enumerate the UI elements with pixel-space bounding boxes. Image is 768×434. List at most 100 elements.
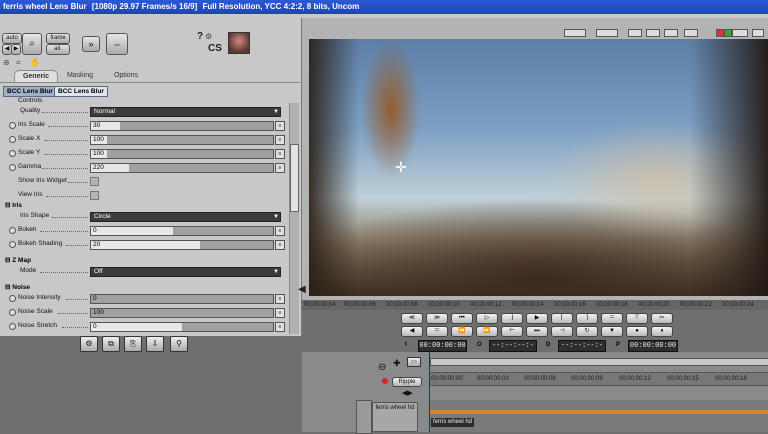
go-in-button[interactable]: ⏪ (451, 326, 473, 337)
viewer-button-8[interactable] (752, 29, 764, 37)
lasso-icon[interactable]: ⌕ (22, 33, 42, 55)
zmap-section-header[interactable]: ⊟ Z Map (5, 256, 31, 266)
film-reel-icon[interactable]: ⚙ (80, 336, 98, 352)
mark-in-button[interactable]: ⌈ (551, 313, 573, 324)
iris-section-header[interactable]: ⊟ Iris (5, 201, 22, 211)
scale-y-slider[interactable]: 100 (90, 149, 274, 159)
position-timecode[interactable]: 00:00:00:00 (628, 340, 678, 352)
keyframe-dot[interactable] (9, 309, 16, 316)
download-icon[interactable]: ⇩ (146, 336, 164, 352)
noise-stretch-spinner[interactable]: ≡ (275, 322, 285, 332)
viewer-timecode-ruler[interactable]: 00:00:00:04 00:00:00:06 00:00:00:08 00:0… (302, 300, 768, 310)
frame-back-button[interactable]: ◀ (401, 326, 423, 337)
rewind-button[interactable]: ≪ (401, 313, 423, 324)
bokeh-slider[interactable]: 0 (90, 226, 274, 236)
scrollbar-thumb[interactable] (290, 144, 299, 212)
scale-x-slider[interactable]: 100 (90, 135, 274, 145)
forward-double-icon[interactable]: » (82, 36, 100, 52)
next-arrow-icon[interactable]: ▶ (11, 44, 21, 55)
fast-forward-button[interactable]: ≫ (426, 313, 448, 324)
scissors-icon[interactable]: ✂ (651, 313, 673, 324)
expand-icon[interactable]: ⇔ (106, 33, 128, 55)
playhead[interactable] (429, 352, 430, 432)
bokeh-spinner[interactable]: ≡ (275, 226, 285, 236)
viewer-button-7[interactable] (732, 29, 748, 37)
viewer-button-6[interactable] (684, 29, 698, 37)
zoom-out-icon[interactable]: ⊖ (378, 362, 386, 373)
down-triangle-button[interactable]: ▼ (601, 326, 623, 337)
bokeh-shading-spinner[interactable]: ≡ (275, 240, 285, 250)
step-back-button[interactable]: ⏮ (451, 313, 473, 324)
play-button[interactable]: ▶ (526, 313, 548, 324)
keyframe-dot[interactable] (9, 136, 16, 143)
track-header[interactable]: ferris wheel hd (372, 402, 418, 432)
quality-dropdown[interactable]: Normal ▼ (90, 107, 281, 117)
nav-arrows-icon[interactable]: ◀▶ (402, 389, 413, 397)
overwrite-button[interactable]: ⊣ (551, 326, 573, 337)
refresh-icon[interactable]: ↻ (576, 326, 598, 337)
loop-button[interactable]: ⌉ (576, 313, 598, 324)
plus-icon[interactable]: ✚ (393, 358, 401, 369)
duration-timecode[interactable]: --:--:--:-- (558, 340, 606, 360)
keyframe-dot[interactable] (9, 150, 16, 157)
track-selector[interactable] (356, 400, 372, 434)
noise-scale-spinner[interactable]: ≡ (275, 308, 285, 318)
gamma-spinner[interactable]: ≡ (275, 163, 285, 173)
panel-scrollbar[interactable] (289, 103, 299, 334)
scale-y-spinner[interactable]: ≡ (275, 149, 285, 159)
hand-icon[interactable]: ✋ (30, 58, 40, 67)
in-timecode[interactable]: 00:00:00:00 (418, 340, 467, 352)
viewer-button-2[interactable] (596, 29, 618, 37)
viewer-button-4[interactable] (646, 29, 660, 37)
show-iris-widget-checkbox[interactable] (90, 177, 99, 186)
monitor-icon[interactable]: ▭ (407, 357, 421, 367)
record-red-icon[interactable] (382, 378, 388, 384)
copy-icon[interactable]: ⧉ (102, 336, 120, 352)
frame-button[interactable]: frame (46, 33, 70, 44)
ripple-button[interactable]: Ripple (392, 377, 422, 387)
viewer-button-5[interactable] (664, 29, 678, 37)
keyframe-dot[interactable] (9, 323, 16, 330)
record-button[interactable]: ● (626, 326, 648, 337)
crop-icon[interactable]: ⌗ (16, 58, 21, 68)
keyframe-dot[interactable] (9, 295, 16, 302)
record-red-icon[interactable] (716, 29, 724, 37)
track-area[interactable] (430, 400, 768, 432)
equals-button[interactable]: ＝ (601, 313, 623, 324)
mode-dropdown[interactable]: Off ▼ (90, 267, 281, 277)
pin-icon[interactable]: ⊕ (3, 58, 10, 67)
scale-x-spinner[interactable]: ≡ (275, 135, 285, 145)
noise-scale-slider[interactable]: 100 (90, 308, 274, 318)
clip-bar[interactable] (430, 410, 768, 414)
iris-scale-spinner[interactable]: ≡ (275, 121, 285, 131)
view-iris-checkbox[interactable] (90, 191, 99, 200)
out-timecode[interactable]: --:--:--:-- (489, 340, 537, 360)
bokeh-shading-slider[interactable]: 20 (90, 240, 274, 250)
person-icon[interactable]: ⚲ (170, 336, 188, 352)
gear-icon[interactable]: ⚙ (205, 32, 212, 41)
crosshair-icon[interactable]: ✛ (395, 160, 407, 174)
keyframe-dot[interactable] (9, 241, 16, 248)
noise-intensity-slider[interactable]: 0 (90, 294, 274, 304)
ruler-left-arrow-icon[interactable]: ◀ (298, 284, 306, 295)
keyframe-dot[interactable] (9, 227, 16, 234)
next-edit-button[interactable]: ⏭ (526, 326, 548, 337)
noise-intensity-spinner[interactable]: ≡ (275, 294, 285, 304)
green-status-icon[interactable] (724, 29, 732, 37)
play-in-button[interactable]: ▷ (476, 313, 498, 324)
all-button[interactable]: all. (46, 44, 70, 55)
toggle-button[interactable]: ＝ (426, 326, 448, 337)
lift-button[interactable]: ⊤ (626, 313, 648, 324)
pause-button[interactable]: ⏸ (651, 326, 673, 337)
viewer-button-3[interactable] (628, 29, 642, 37)
noise-stretch-slider[interactable]: 0 (90, 322, 274, 332)
gamma-slider[interactable]: 220 (90, 163, 274, 173)
paste-icon[interactable]: ⎘ (124, 336, 142, 352)
auto-button[interactable]: auto (2, 33, 22, 44)
go-out-button[interactable]: ⏩ (476, 326, 498, 337)
timeline-zoom-bar[interactable] (430, 358, 768, 366)
viewer-button-1[interactable] (564, 29, 586, 37)
cs-button[interactable]: CS (208, 43, 222, 54)
insert-button[interactable]: ⊢ (501, 326, 523, 337)
timeline-ruler[interactable]: 00:00:00:00 00:00:00:03 00:00:00:06 00:0… (430, 372, 768, 386)
